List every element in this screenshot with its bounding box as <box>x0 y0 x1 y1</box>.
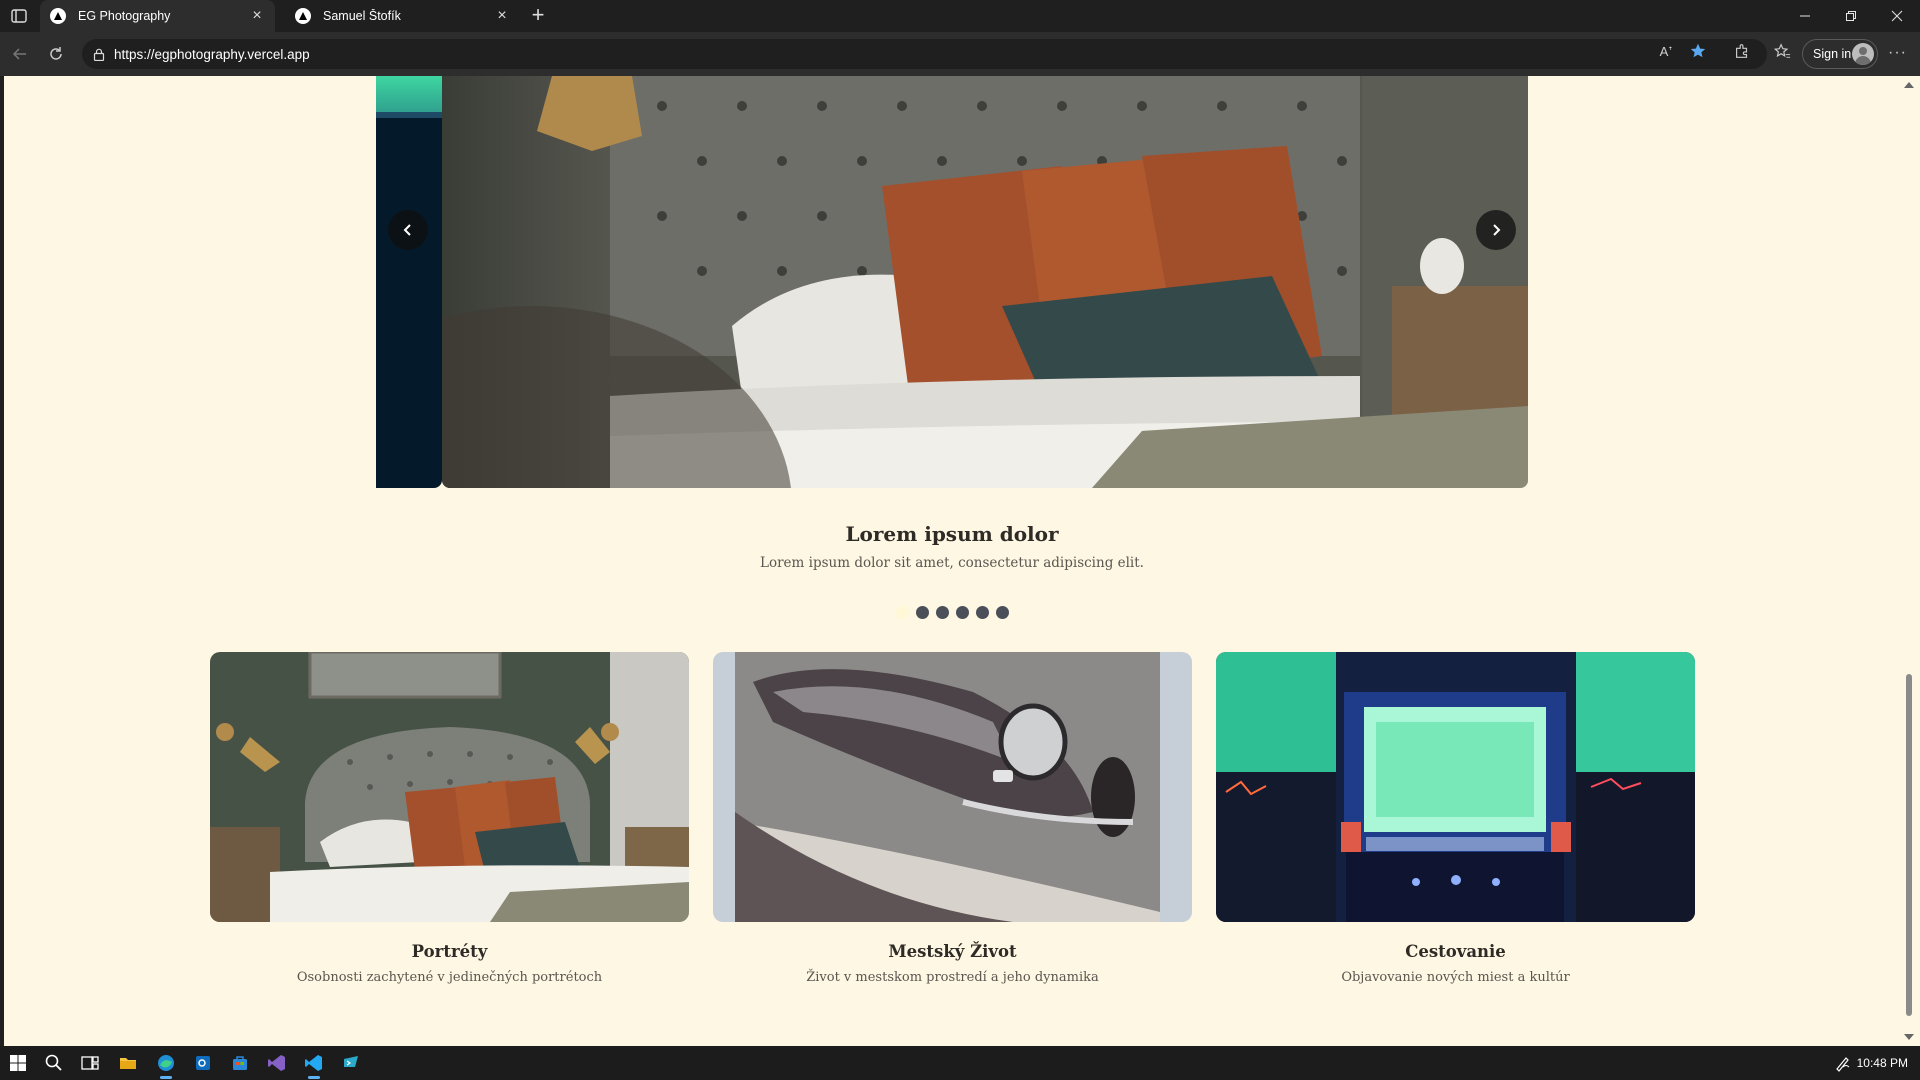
address-bar[interactable]: https://egphotography.vercel.app <box>82 39 1767 69</box>
profile-avatar-icon <box>1852 43 1874 65</box>
carousel-dot-4[interactable] <box>955 606 969 619</box>
file-explorer-icon[interactable] <box>115 1051 141 1075</box>
windows-taskbar: 10:48 PM <box>0 1046 1920 1080</box>
scrollbar-thumb[interactable] <box>1906 674 1912 1016</box>
start-icon[interactable] <box>5 1051 31 1075</box>
carousel-dot-2[interactable] <box>915 606 929 619</box>
close-tab-icon[interactable]: × <box>249 7 265 24</box>
close-tab-icon[interactable]: × <box>494 7 510 24</box>
refresh-icon[interactable] <box>46 44 66 64</box>
more-options-icon[interactable]: ··· <box>1888 44 1907 62</box>
lock-icon[interactable] <box>84 48 114 61</box>
card-image <box>1216 652 1695 922</box>
tab-title: Samuel Štofík <box>323 9 401 23</box>
card-title: Cestovanie <box>1405 942 1506 961</box>
bedroom-photo <box>442 76 1528 488</box>
tab-actions-icon[interactable] <box>10 7 28 25</box>
image-carousel <box>376 76 1532 488</box>
scroll-up-icon[interactable] <box>1904 82 1914 88</box>
page-scrollbar[interactable] <box>1900 76 1920 1046</box>
carousel-next-button[interactable] <box>1476 210 1516 250</box>
visual-studio-icon[interactable] <box>264 1051 290 1075</box>
category-card-portraits[interactable]: Portréty Osobnosti zachytené v jedinečný… <box>210 652 689 985</box>
browser-tab-strip: EG Photography × Samuel Štofík × + <box>0 0 1920 32</box>
back-icon[interactable] <box>10 44 30 64</box>
search-icon[interactable] <box>41 1051 67 1075</box>
carousel-slide-title: Lorem ipsum dolor <box>845 522 1059 546</box>
terminal-app-icon[interactable] <box>338 1051 364 1075</box>
vercel-favicon-icon <box>295 8 311 24</box>
sign-in-button[interactable]: Sign in <box>1802 39 1878 69</box>
vscode-icon[interactable] <box>301 1051 327 1079</box>
card-description: Objavovanie nových miest a kultúr <box>1341 970 1570 985</box>
web-page: Lorem ipsum dolor Lorem ipsum dolor sit … <box>4 76 1900 1046</box>
card-description: Osobnosti zachytené v jedinečných portré… <box>296 970 603 985</box>
vercel-favicon-icon <box>50 8 66 24</box>
carousel-dot-5[interactable] <box>975 606 989 619</box>
card-description: Život v mestskom prostredí a jeho dynami… <box>806 970 1099 985</box>
favorites-icon[interactable] <box>1770 39 1794 63</box>
read-aloud-icon[interactable]: Aꜛ <box>1654 39 1678 63</box>
tab-samuel-stofik[interactable]: Samuel Štofík × <box>285 0 520 32</box>
pen-menu-icon[interactable] <box>1834 1054 1852 1072</box>
carousel-dot-1[interactable] <box>895 606 909 619</box>
favorite-star-icon[interactable] <box>1686 39 1710 63</box>
new-tab-button[interactable]: + <box>528 4 548 26</box>
tab-title: EG Photography <box>78 9 171 23</box>
browser-toolbar: https://egphotography.vercel.app Aꜛ Sign… <box>0 32 1920 76</box>
url-text: https://egphotography.vercel.app <box>114 46 310 62</box>
card-title: Portréty <box>411 942 488 961</box>
close-window-button[interactable] <box>1874 0 1920 32</box>
category-card-travel[interactable]: Cestovanie Objavovanie nových miest a ku… <box>1216 652 1695 985</box>
carousel-dot-6[interactable] <box>995 606 1009 619</box>
category-card-city-life[interactable]: Mestský Život Život v mestskom prostredí… <box>713 652 1192 985</box>
carousel-slide-image <box>442 76 1528 488</box>
outlook-icon[interactable] <box>190 1051 216 1075</box>
minimize-button[interactable] <box>1782 0 1828 32</box>
extensions-icon[interactable] <box>1730 39 1754 63</box>
sign-in-label: Sign in <box>1813 47 1852 61</box>
task-view-icon[interactable] <box>77 1051 103 1075</box>
card-title: Mestský Život <box>888 942 1017 961</box>
carousel-dot-3[interactable] <box>935 606 949 619</box>
restore-button[interactable] <box>1828 0 1874 32</box>
tab-eg-photography[interactable]: EG Photography × <box>40 0 275 32</box>
previous-slide-peek <box>376 76 442 488</box>
taskbar-clock[interactable]: 10:48 PM <box>1857 1056 1908 1070</box>
scroll-down-icon[interactable] <box>1904 1034 1914 1040</box>
edge-browser-icon[interactable] <box>153 1051 179 1079</box>
carousel-prev-button[interactable] <box>388 210 428 250</box>
card-image <box>210 652 689 922</box>
carousel-slide-subtitle: Lorem ipsum dolor sit amet, consectetur … <box>760 555 1144 571</box>
microsoft-store-icon[interactable] <box>227 1051 253 1075</box>
card-image <box>713 652 1192 922</box>
carousel-dots <box>4 606 1900 619</box>
